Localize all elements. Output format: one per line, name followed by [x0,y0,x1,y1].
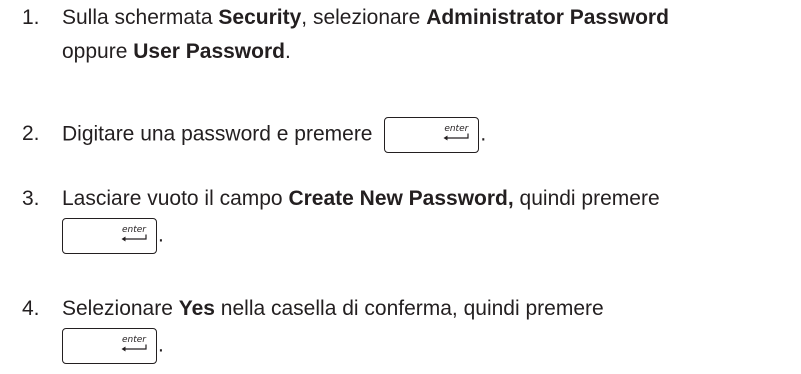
term-yes: Yes [178,297,215,320]
step-number: 3. [22,187,40,210]
enter-key: enter [384,117,480,153]
step-text-segment: Selezionare [62,297,179,320]
term-administrator-password: Administrator Password [426,6,669,29]
step-text-segment: . [158,333,164,357]
step-number: 4. [22,297,40,320]
term-security: Security [218,6,302,29]
step-text-segment: , selezionare [301,6,427,29]
enter-arrow-icon [443,133,469,141]
step-text: Lasciare vuoto il campo Create New Passw… [62,182,797,254]
step-text: Selezionare Yes nella casella di conferm… [62,292,797,364]
instruction-list: 1. Sulla schermata Security, selezionare… [0,0,801,374]
enter-arrow-icon [121,344,147,352]
enter-arrow-icon [121,234,147,242]
step-text-segment: . [284,40,291,63]
step-text-segment: . [158,223,164,247]
step-text-segment: Lasciare vuoto il campo [62,187,289,210]
term-create-new-password: Create New Password, [288,187,514,210]
step-text-segment: Digitare una password e premere [62,122,379,146]
step-number: 2. [22,122,40,145]
step-text-segment: nella casella di conferma, quindi premer… [214,297,604,320]
step-text-segment: oppure [62,40,134,63]
step-number: 1. [22,6,40,29]
step-text-segment: Sulla schermata [62,6,219,29]
enter-key: enter [62,218,157,254]
step-text-segment: . [480,122,487,146]
step-text-segment: quindi premere [513,187,660,210]
step-text: Sulla schermata Security, selezionare Ad… [62,1,797,69]
term-user-password: User Password [133,40,285,63]
enter-key: enter [62,328,157,364]
step-text: Digitare una password e premere enter. [62,117,797,153]
